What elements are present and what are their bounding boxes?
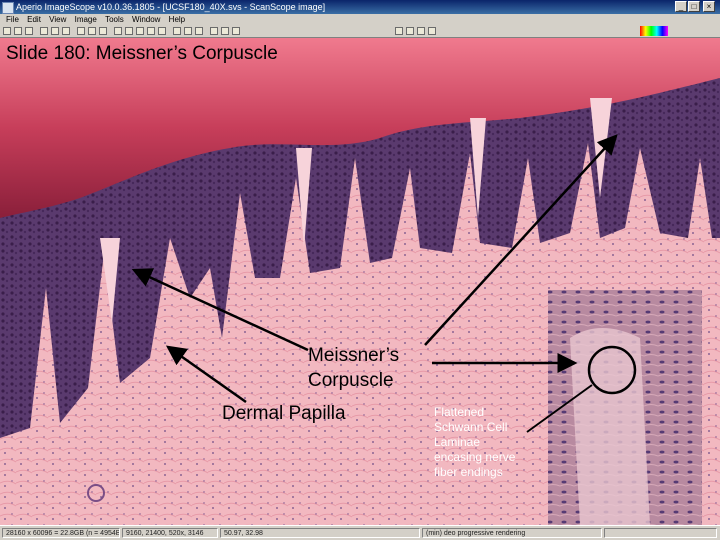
- status-image-size: 28160 x 60096 = 22.8GB (n = 4954B: [2, 528, 120, 538]
- arrow-dermal-papilla: [165, 345, 247, 404]
- imagescope-window: Aperio ImageScope v10.0.36.1805 - [UCSF1…: [0, 0, 720, 540]
- arrow-meissner-left: [131, 268, 309, 352]
- arrow-meissner-right: [424, 134, 618, 346]
- pointer-line-schwann: [526, 384, 593, 433]
- circle-highlight: [587, 345, 637, 395]
- status-bar: 28160 x 60096 = 22.8GB (n = 4954B 9160, …: [0, 525, 720, 540]
- status-rendering: (min) deo progressive rendering: [422, 528, 602, 538]
- status-coords: 50.97, 32.98: [220, 528, 420, 538]
- annotation-layer: [131, 134, 637, 433]
- status-position: 9160, 21400, 520x, 3146: [122, 528, 218, 538]
- status-extra: [604, 528, 717, 538]
